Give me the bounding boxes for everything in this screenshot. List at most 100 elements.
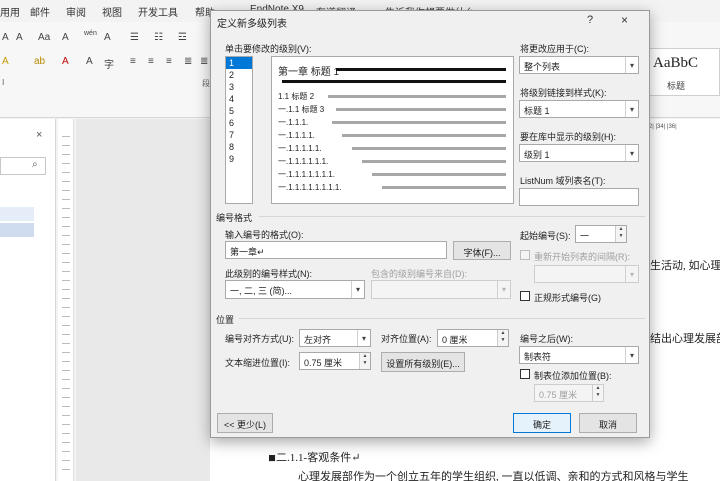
follow-number-value: 制表符	[524, 352, 552, 362]
preview-row: 一.1.1.1.	[278, 118, 309, 127]
align-left-icon[interactable]: ≡	[130, 56, 136, 67]
preview-bar	[382, 186, 506, 189]
nav-heading-item-selected[interactable]	[0, 223, 34, 237]
chevron-down-icon: ▾	[351, 281, 364, 298]
cancel-button[interactable]: 取消	[579, 413, 637, 433]
number-format-input[interactable]: 第一章↵	[225, 241, 447, 259]
apply-to-dropdown[interactable]: 整个列表 ▾	[519, 56, 639, 74]
alignment-dropdown[interactable]: 左对齐 ▾	[299, 329, 371, 347]
numbering-icon[interactable]: ☷	[154, 32, 163, 43]
link-style-label: 将级别链接到样式(K):	[520, 88, 607, 98]
preview-bar	[372, 173, 506, 176]
tabstop-spinner[interactable]: 0.75 厘米 ▲ ▼	[534, 384, 604, 402]
dialog-title: 定义新多级列表	[217, 19, 287, 30]
listnum-label: ListNum 域列表名(T):	[520, 176, 606, 186]
doc-text-line: 心理发展部作为一个创立五年的学生组织, 一直以低调、亲和的方式和风格与学生	[298, 471, 689, 481]
spinner-arrows-icon[interactable]: ▲ ▼	[592, 385, 603, 401]
aligned-at-label: 对齐位置(A):	[381, 334, 432, 344]
chevron-down-icon: ▾	[625, 266, 638, 282]
ruler-ticks	[62, 136, 70, 476]
level-item[interactable]: 1	[226, 57, 252, 69]
enclose-char-button[interactable]: 字	[104, 56, 114, 71]
nav-heading-item[interactable]	[0, 207, 34, 221]
doc-text-line: 生活动, 如心理治	[650, 260, 720, 272]
style-gallery-heading[interactable]: AaBbC 标题	[642, 48, 720, 96]
justify-icon[interactable]: ≣	[184, 56, 192, 67]
number-style-dropdown[interactable]: 一, 二, 三 (简)... ▾	[225, 280, 365, 299]
level-item[interactable]: 6	[226, 117, 252, 129]
spinner-arrows-icon[interactable]: ▲ ▼	[497, 330, 508, 346]
tab-mailings[interactable]: 邮件	[30, 4, 50, 19]
spinner-arrows-icon[interactable]: ▲ ▼	[615, 226, 626, 242]
legal-style-label: 正规形式编号(G)	[534, 293, 601, 303]
enter-format-label: 输入编号的格式(O):	[225, 230, 304, 240]
tab-references[interactable]: 用用	[0, 4, 20, 19]
preview-row: 一.1.1.1.1.1.1.	[278, 157, 329, 166]
font-color-button[interactable]: A	[62, 56, 69, 67]
chevron-down-icon: ▾	[497, 281, 510, 298]
less-button[interactable]: << 更少(L)	[217, 413, 273, 433]
font-button[interactable]: 字体(F)...	[453, 241, 511, 260]
levels-label: 单击要修改的级别(V):	[225, 44, 312, 54]
start-at-spinner[interactable]: 一 ▲ ▼	[575, 225, 627, 243]
font-group-label-icon: Ⅰ	[2, 78, 5, 87]
grow-font-button[interactable]: A	[2, 32, 9, 43]
chevron-down-icon: ▾	[625, 145, 638, 161]
preview-row: 第一章 标题 1	[278, 67, 340, 78]
level-item[interactable]: 9	[226, 153, 252, 165]
include-level-dropdown[interactable]: ▾	[371, 280, 511, 299]
indent-spinner[interactable]: 0.75 厘米 ▲ ▼	[299, 352, 371, 370]
level-item[interactable]: 5	[226, 105, 252, 117]
number-format-value: 第一章↵	[230, 247, 265, 257]
follow-number-dropdown[interactable]: 制表符 ▾	[519, 346, 639, 364]
distribute-icon[interactable]: ≣	[200, 56, 208, 67]
close-icon[interactable]: ×	[621, 13, 628, 27]
nav-close-icon[interactable]: ×	[36, 129, 42, 141]
legal-style-checkbox[interactable]	[520, 291, 530, 301]
aligned-at-value: 0 厘米	[442, 335, 468, 345]
link-style-value: 标题 1	[524, 106, 550, 116]
phonetic-guide-button[interactable]: wén	[84, 30, 97, 37]
gallery-level-label: 要在库中显示的级别(H):	[520, 132, 616, 142]
set-all-levels-button[interactable]: 设置所有级别(E)...	[381, 352, 465, 372]
level-item[interactable]: 2	[226, 69, 252, 81]
tab-view[interactable]: 视图	[102, 4, 122, 19]
number-style-value: 一, 二, 三 (简)...	[230, 286, 292, 296]
clear-format-button[interactable]: A	[62, 32, 69, 43]
text-effects-icon[interactable]: A	[2, 56, 9, 67]
highlight-button[interactable]: ab	[34, 56, 45, 67]
spinner-arrows-icon[interactable]: ▲ ▼	[359, 353, 370, 369]
multilevel-list-icon[interactable]: ☲	[178, 32, 187, 43]
tab-developer[interactable]: 开发工具	[138, 4, 178, 19]
tabstop-checkbox[interactable]	[520, 369, 530, 379]
preview-bar	[362, 160, 506, 163]
change-case-button[interactable]: Aa	[38, 32, 50, 43]
indent-value: 0.75 厘米	[304, 358, 343, 368]
char-border-button[interactable]: A	[104, 32, 111, 43]
preview-bar	[336, 108, 506, 111]
gallery-level-dropdown[interactable]: 级别 1 ▾	[519, 144, 639, 162]
preview-bar	[342, 134, 506, 137]
level-item[interactable]: 3	[226, 81, 252, 93]
horizontal-ruler: |32| |34| |36|	[640, 124, 720, 136]
search-icon[interactable]: ⌕	[32, 159, 38, 170]
restart-checkbox[interactable]	[520, 250, 530, 260]
preview-bar	[352, 147, 506, 150]
char-shading-button[interactable]: A	[86, 56, 93, 67]
help-icon[interactable]: ?	[587, 14, 593, 26]
tab-review[interactable]: 审阅	[66, 4, 86, 19]
level-item[interactable]: 8	[226, 141, 252, 153]
level-listbox[interactable]: 1 2 3 4 5 6 7 8 9	[225, 56, 253, 204]
shrink-font-button[interactable]: A	[16, 32, 23, 43]
link-style-dropdown[interactable]: 标题 1 ▾	[519, 100, 639, 118]
nav-search-input[interactable]	[0, 157, 46, 175]
listnum-input[interactable]	[519, 188, 639, 206]
align-center-icon[interactable]: ≡	[148, 56, 154, 67]
bullets-icon[interactable]: ☰	[130, 32, 139, 43]
level-item[interactable]: 7	[226, 129, 252, 141]
restart-dropdown[interactable]: ▾	[534, 265, 639, 283]
level-item[interactable]: 4	[226, 93, 252, 105]
ok-button[interactable]: 确定	[513, 413, 571, 433]
aligned-at-spinner[interactable]: 0 厘米 ▲ ▼	[437, 329, 509, 347]
align-right-icon[interactable]: ≡	[166, 56, 172, 67]
